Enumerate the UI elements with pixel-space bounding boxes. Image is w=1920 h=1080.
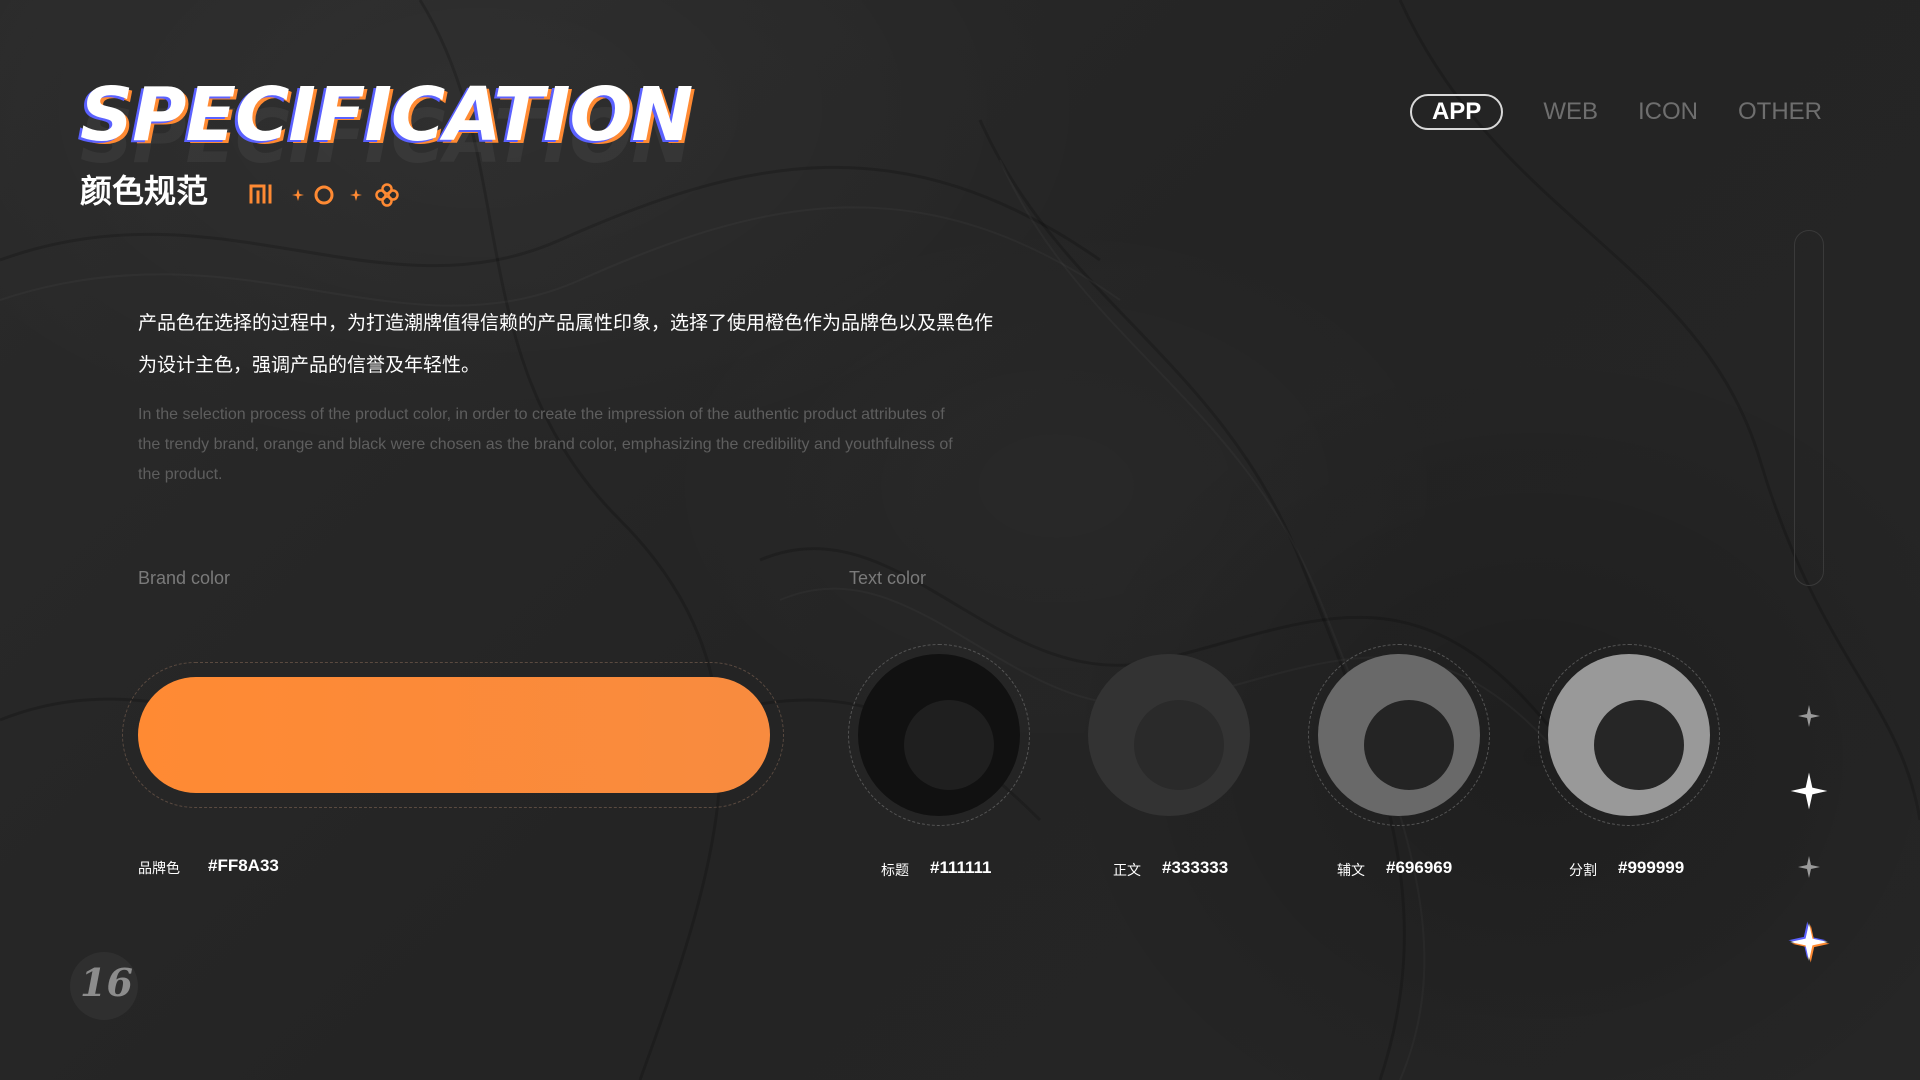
scrollbar-track[interactable] xyxy=(1794,230,1824,586)
swatch-ring xyxy=(1548,654,1710,816)
swatch-hex-body: #333333 xyxy=(1162,858,1229,877)
sparkle-icon[interactable] xyxy=(1789,771,1829,811)
brand-swatch-hex: #FF8A33 xyxy=(208,856,279,875)
color-sparkle-icon[interactable] xyxy=(1785,918,1833,966)
decorative-icons xyxy=(249,183,399,207)
flower-icon xyxy=(375,183,399,207)
text-color-swatch-body xyxy=(1078,644,1260,826)
swatch-label-title: 标题 xyxy=(881,863,909,879)
mi-logo-icon xyxy=(249,184,272,204)
description-chinese: 产品色在选择的过程中，为打造潮牌值得信赖的产品属性印象，选择了使用橙色作为品牌色… xyxy=(138,312,994,376)
swatch-ring xyxy=(1318,654,1480,816)
swatch-label-body: 正文 xyxy=(1113,863,1141,879)
description-english: In the selection process of the product … xyxy=(138,406,953,483)
text-color-swatch-title xyxy=(848,644,1030,826)
nav-tab-other[interactable]: OTHER xyxy=(1738,96,1822,128)
text-color-swatch-divider xyxy=(1538,644,1720,826)
swatch-ring-hole xyxy=(1134,700,1224,790)
swatch-hex-divider: #999999 xyxy=(1618,858,1685,877)
brand-color-heading: Brand color xyxy=(138,568,231,588)
text-color-swatch-aux xyxy=(1308,644,1490,826)
text-color-heading: Text color xyxy=(849,568,927,588)
sparkle-icon[interactable] xyxy=(1797,704,1821,728)
sparkle-icon xyxy=(292,189,304,201)
swatch-ring xyxy=(1088,654,1250,816)
swatch-label-aux: 辅文 xyxy=(1337,863,1365,879)
swatch-hex-title: #111111 xyxy=(930,858,992,877)
swatch-ring xyxy=(858,654,1020,816)
nav-tab-app[interactable]: APP xyxy=(1409,94,1504,130)
page-subtitle: 颜色规范 xyxy=(80,172,209,210)
swatch-ring-hole xyxy=(904,700,994,790)
sparkle-icon[interactable] xyxy=(1797,855,1821,879)
top-nav: APP WEB ICON OTHER xyxy=(1409,94,1822,130)
swatch-ring-hole xyxy=(1364,700,1454,790)
page-title: SPECIFICATION xyxy=(80,72,693,158)
swatch-label-divider: 分割 xyxy=(1569,863,1597,879)
nav-tab-web[interactable]: WEB xyxy=(1543,96,1598,128)
nav-tab-icon[interactable]: ICON xyxy=(1638,96,1698,128)
swatch-ring-hole xyxy=(1594,700,1684,790)
sparkle-icon xyxy=(350,189,362,201)
page-number: 16 xyxy=(80,960,133,1005)
swatch-hex-aux: #696969 xyxy=(1386,858,1453,877)
brand-swatch-label: 品牌色 xyxy=(138,861,180,877)
circle-icon xyxy=(314,185,334,205)
brand-color-swatch xyxy=(138,677,770,793)
